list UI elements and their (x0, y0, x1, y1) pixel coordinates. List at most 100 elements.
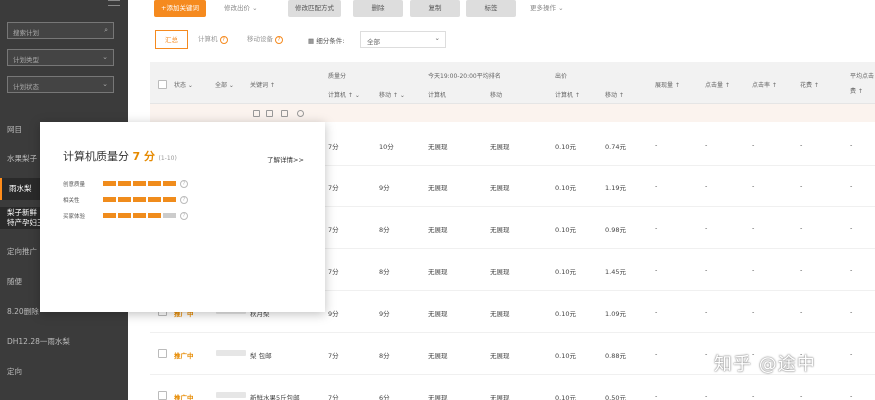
cost-header[interactable]: 花费 ↑ (800, 80, 819, 89)
redacted-cell (216, 350, 246, 356)
b-pc-cell: 0.10元 (555, 143, 576, 151)
segment-select[interactable]: 全部 ⌄ (360, 31, 446, 48)
clicks-label: 点击量 (705, 82, 724, 89)
edit-icon[interactable] (253, 110, 260, 117)
r-pc-cell: 无展现 (428, 143, 448, 151)
info-icon[interactable]: ? (180, 212, 188, 220)
dash-cell: - (850, 266, 853, 274)
chevron-down-icon: ⌄ (434, 34, 440, 42)
dash-cell: - (655, 308, 658, 316)
dash-cell: - (655, 350, 658, 358)
score-segment (118, 181, 131, 186)
status-cell: 推广中 (174, 352, 194, 360)
plan-type-label: 计划类型 (13, 56, 39, 64)
info-icon[interactable]: ? (180, 180, 188, 188)
score-segment (133, 197, 146, 202)
avg-cpc-header[interactable]: 平均点击 (850, 71, 874, 80)
r-mob-cell: 无展现 (490, 184, 510, 192)
clicks-header[interactable]: 点击量 ↑ (705, 80, 730, 89)
bid-pc-header[interactable]: 计算机 ↑ (555, 90, 580, 99)
status-cell: 推广中 (174, 394, 194, 400)
delete-button[interactable]: 删除 (353, 0, 403, 17)
b-mob-cell: 0.88元 (605, 352, 626, 360)
tab-computer-label: 计算机 (198, 35, 218, 43)
table-header: 状态 ⌄ 全部 ⌄ 关键词 ↑ 质量分 计算机 ↑ ⌄ 移动 ↑ ⌄ 今天19:… (150, 62, 875, 104)
menu-icon[interactable] (108, 0, 120, 6)
status-header[interactable]: 状态 ⌄ (174, 80, 193, 89)
keyword-cell[interactable]: 新鲜水果5斤包邮 (250, 392, 300, 400)
edit-bid-dropdown[interactable]: 修改出价 ⌄ (224, 2, 258, 12)
keyword-cell[interactable]: 梨 包邮 (250, 350, 272, 360)
search-input[interactable]: 搜索计划 ⌕ (7, 22, 114, 39)
row-checkbox[interactable] (158, 349, 167, 358)
chevron-down-icon: ⌄ (102, 80, 108, 88)
select-all-checkbox[interactable] (158, 80, 167, 89)
add-keyword-button[interactable]: +添加关键词 (154, 0, 206, 17)
popup-range: (1-10) (158, 155, 177, 162)
tab-mobile[interactable]: 移动设备? (247, 30, 283, 49)
info-icon[interactable]: ? (180, 196, 188, 204)
dash-cell: - (800, 182, 803, 190)
quality-pc-header[interactable]: 计算机 ↑ ⌄ (328, 90, 360, 99)
bid-pc-label: 计算机 (555, 92, 574, 99)
q-pc-cell: 7分 (328, 394, 339, 400)
quality-mobile-header[interactable]: 移动 ↑ ⌄ (379, 90, 405, 99)
score-segment (103, 213, 116, 218)
q-pc-cell: 7分 (328, 226, 339, 234)
q-mob-cell: 6分 (379, 394, 390, 400)
plan-status-select[interactable]: 计划状态 ⌄ (7, 76, 114, 93)
tab-mobile-label: 移动设备 (247, 35, 273, 43)
dash-cell: - (705, 266, 708, 274)
avg-cpc-label2: 费 (850, 88, 857, 95)
chevron-down-icon: ⌄ (558, 4, 564, 12)
r-mob-cell: 无展现 (490, 226, 510, 234)
dash-cell: - (800, 224, 803, 232)
tag-button[interactable]: 标签 (466, 0, 516, 17)
keyword-header-label: 关键词 (250, 82, 269, 89)
r-pc-cell: 无展现 (428, 184, 448, 192)
r-pc-cell: 无展现 (428, 352, 448, 360)
help-icon[interactable]: ? (219, 36, 228, 44)
dash-cell: - (850, 141, 853, 149)
more-icon[interactable] (297, 110, 304, 117)
row-tools (150, 104, 875, 122)
plan-type-select[interactable]: 计划类型 ⌄ (7, 49, 114, 66)
impressions-header[interactable]: 展现量 ↑ (655, 80, 680, 89)
more-actions-dropdown[interactable]: 更多操作 ⌄ (530, 2, 564, 12)
redacted-cell (216, 392, 246, 398)
edit-bid-label: 修改出价 (224, 4, 250, 12)
bid-mobile-header[interactable]: 移动 ↑ (605, 90, 624, 99)
search-placeholder: 搜索计划 (13, 29, 39, 37)
q-mob-cell: 8分 (379, 226, 390, 234)
chevron-down-icon: ⌄ (252, 4, 258, 12)
rank-mobile-header: 移动 (490, 92, 503, 99)
chart-icon[interactable] (281, 110, 288, 117)
details-link[interactable]: 了解详情>> (267, 154, 304, 164)
edit-match-button[interactable]: 修改匹配方式 (288, 0, 341, 17)
dash-cell: - (705, 224, 708, 232)
delete-icon[interactable] (266, 110, 273, 117)
table-row[interactable]: 推广中 新鲜水果5斤包邮 7分 6分 无展现 无展现 0.10元 0.50元 - - - - - (150, 375, 875, 400)
b-mob-cell: 1.09元 (605, 310, 626, 318)
tab-computer[interactable]: 计算机? (198, 30, 228, 49)
sidebar-item-8[interactable]: DH12.28一雨水梨 (0, 331, 128, 353)
dash-cell: - (800, 392, 803, 400)
score-segment (163, 181, 176, 186)
impressions-label: 展现量 (655, 82, 674, 89)
row-checkbox[interactable] (158, 391, 167, 400)
sidebar-item-9[interactable]: 定向 (0, 361, 128, 383)
popup-score: 7 分 (133, 150, 156, 163)
all-filter[interactable]: 全部 ⌄ (215, 80, 234, 89)
copy-button[interactable]: 复制 (410, 0, 460, 17)
b-mob-cell: 0.98元 (605, 226, 626, 234)
dash-cell: - (705, 308, 708, 316)
keyword-header[interactable]: 关键词 ↑ (250, 80, 275, 89)
dash-cell: - (850, 350, 853, 358)
tab-summary[interactable]: 汇总 (155, 30, 188, 49)
help-icon[interactable]: ? (275, 36, 283, 44)
ctr-header[interactable]: 点击率 ↑ (752, 80, 777, 89)
b-pc-cell: 0.10元 (555, 310, 576, 318)
dash-cell: - (752, 182, 755, 190)
popup-title: 计算机质量分 7 分 (1-10) (63, 148, 177, 164)
segment-label-text: 细分条件: (316, 37, 345, 45)
